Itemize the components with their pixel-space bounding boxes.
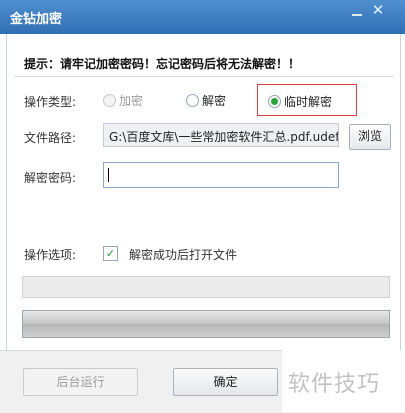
radio-decrypt[interactable] [186,94,199,107]
warning-text: 提示：请牢记加密密码！忘记密码后将无法解密！！ [24,57,301,71]
dialog-body [6,34,401,350]
radio-encrypt[interactable] [103,94,116,107]
watermark-text: 软件技巧 [288,372,381,397]
radio-encrypt-label: 加密 [119,94,144,108]
file-path-label: 文件路径: [24,131,77,145]
confirm-button[interactable]: 确定 [173,368,278,396]
radio-temp-decrypt-label: 临时解密 [284,95,333,109]
password-label: 解密密码: [24,171,77,185]
open-after-decrypt-label: 解密成功后打开文件 [129,248,238,262]
operation-type-label: 操作类型: [24,95,77,109]
radio-temp-decrypt[interactable] [268,95,281,108]
close-icon[interactable]: ✕ [364,0,392,22]
file-path-field[interactable]: G:\百度文库\一些常加密软件汇总.pdf.udef [103,123,339,147]
options-label: 操作选项: [24,248,77,262]
window-title: 金钻加密 [10,12,63,27]
progress-bar-total [22,310,390,338]
divider [14,76,394,77]
browse-button[interactable]: 浏览 [349,124,391,150]
background-run-button[interactable]: 后台运行 [23,368,138,396]
password-input[interactable] [103,162,339,188]
minimize-icon[interactable] [350,4,364,18]
radio-decrypt-label: 解密 [202,94,227,108]
progress-bar-file [22,276,390,298]
title-bar: 金钻加密 ✕ [0,0,405,34]
text-caret [108,168,109,182]
open-after-decrypt-checkbox[interactable]: ✓ [103,246,118,261]
